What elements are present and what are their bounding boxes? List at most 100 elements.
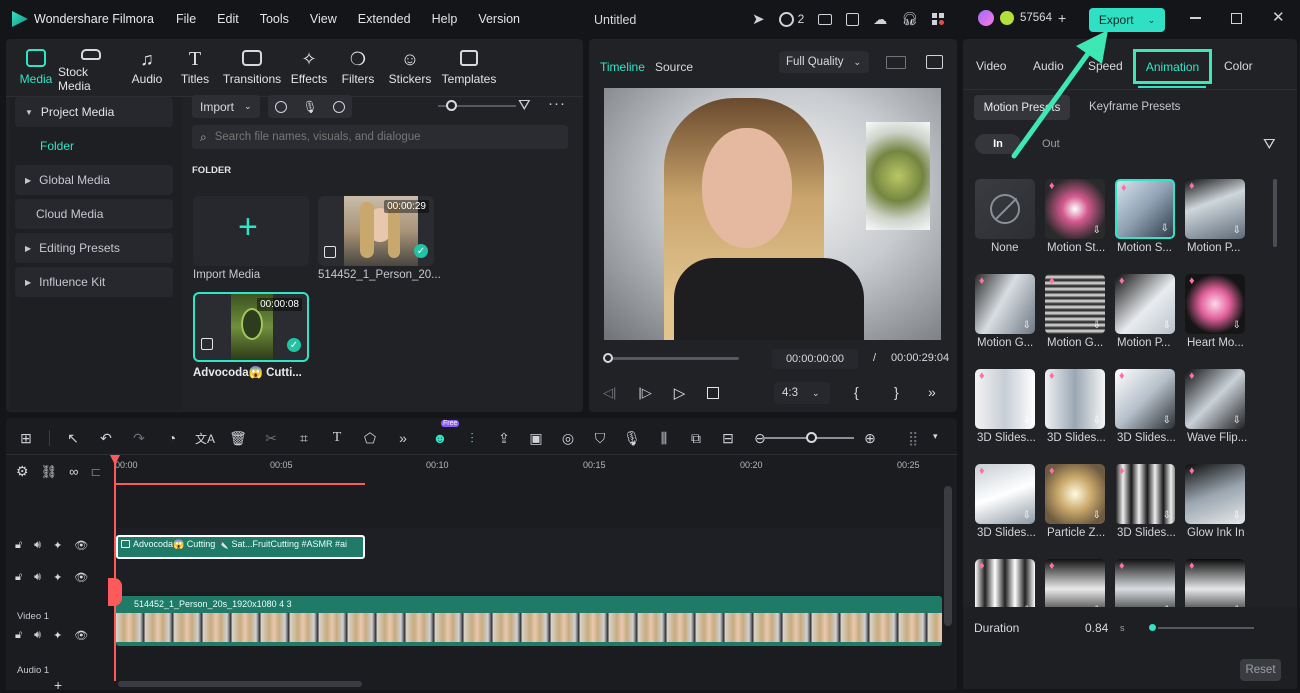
playback-scrubber[interactable]: [603, 353, 739, 363]
preset-scrollbar[interactable]: [1273, 179, 1277, 247]
stabilize-icon[interactable]: ◎: [558, 428, 578, 448]
collab-indicator[interactable]: 2: [778, 11, 804, 27]
slider-thumb[interactable]: [446, 100, 457, 111]
preset-none-tile[interactable]: [975, 179, 1035, 239]
download-icon[interactable]: ⇩: [1161, 223, 1169, 234]
preset-tile[interactable]: ♦⇩: [1045, 274, 1105, 334]
tab-transitions[interactable]: Transitions: [220, 43, 284, 93]
import-media-tile[interactable]: +: [193, 196, 309, 266]
next-frame-icon[interactable]: |▷: [638, 385, 651, 401]
sidebar-item-project-media[interactable]: ▼ Project Media: [15, 97, 173, 127]
duration-slider[interactable]: [1147, 622, 1254, 633]
shape-icon[interactable]: ⬠: [360, 428, 380, 448]
reset-button[interactable]: Reset: [1240, 659, 1281, 681]
more-controls-icon[interactable]: »: [928, 384, 936, 400]
preset-tile[interactable]: ♦⇩: [1185, 274, 1245, 334]
tab-templates[interactable]: Templates: [438, 43, 500, 93]
save-icon[interactable]: [846, 12, 860, 26]
media-search-box[interactable]: ⌕: [192, 125, 568, 149]
chevron-down-icon[interactable]: ▾: [933, 431, 938, 442]
delete-icon[interactable]: 🗑︎: [228, 428, 248, 448]
preset-tile[interactable]: ♦⇩: [1115, 179, 1175, 239]
menu-edit[interactable]: Edit: [217, 12, 239, 26]
eye-icon[interactable]: 👁︎: [74, 571, 88, 584]
menu-view[interactable]: View: [310, 12, 337, 26]
headset-icon[interactable]: 🎧︎: [901, 11, 918, 27]
download-icon[interactable]: ⇩: [1233, 510, 1241, 521]
menu-help[interactable]: Help: [432, 12, 458, 26]
zoom-in-icon[interactable]: ⊕: [860, 428, 880, 448]
preset-tile[interactable]: ♦⇩: [1045, 464, 1105, 524]
thumbnail-size-slider[interactable]: [438, 100, 516, 111]
duration-value[interactable]: 0.84: [1085, 621, 1108, 635]
mark-in-icon[interactable]: {: [854, 384, 859, 400]
play-icon[interactable]: ▷: [674, 384, 686, 402]
crop-icon[interactable]: ⌗: [294, 428, 314, 448]
text-icon[interactable]: T: [327, 428, 347, 448]
shield-icon[interactable]: ⛉: [590, 428, 610, 448]
media-thumbnail[interactable]: 00:00:08 ✓: [193, 292, 309, 362]
magic-wand-icon[interactable]: ✦: [53, 629, 62, 642]
previous-frame-icon[interactable]: ◁|: [603, 385, 616, 401]
translate-icon[interactable]: 文A: [195, 428, 215, 448]
preset-tile[interactable]: ♦⇩: [975, 464, 1035, 524]
layout-grid-icon[interactable]: ⊞: [16, 428, 36, 448]
preset-tile[interactable]: ♦⇩: [1185, 464, 1245, 524]
close-icon[interactable]: ✕: [1272, 10, 1285, 25]
tab-source[interactable]: Source: [655, 60, 693, 74]
preset-tile[interactable]: ♦⇩: [1045, 179, 1105, 239]
track-manage-icon[interactable]: ⊏: [90, 464, 101, 480]
search-input[interactable]: [214, 131, 545, 143]
add-credits-icon[interactable]: +: [1058, 10, 1066, 26]
sidebar-item-editing-presets[interactable]: ▶ Editing Presets: [15, 233, 173, 263]
magic-wand-icon[interactable]: ✦: [53, 539, 62, 552]
eye-icon[interactable]: 👁︎: [74, 539, 88, 552]
send-icon[interactable]: ➤: [752, 10, 765, 28]
import-dropdown[interactable]: Import ⌄: [192, 95, 260, 118]
speed-icon[interactable]: ◔: [162, 428, 182, 448]
download-icon[interactable]: ⇩: [1093, 320, 1101, 331]
volume-icon[interactable]: 🔊︎: [34, 629, 41, 642]
media-thumbnail[interactable]: 00:00:29 ✓: [318, 196, 434, 266]
quality-dropdown[interactable]: Full Quality ⌄: [779, 51, 869, 73]
tab-stickers[interactable]: ☺ Stickers: [382, 43, 438, 93]
tab-media[interactable]: Media: [14, 43, 58, 93]
redo-icon[interactable]: ↷: [129, 428, 149, 448]
sidebar-item-influence-kit[interactable]: ▶ Influence Kit: [15, 267, 173, 297]
layout-icon[interactable]: [818, 13, 833, 25]
download-icon[interactable]: ⇩: [1233, 320, 1241, 331]
preset-tile[interactable]: ♦⇩: [1115, 274, 1175, 334]
tab-audio[interactable]: ♫ Audio: [124, 43, 170, 93]
minimize-icon[interactable]: [1190, 17, 1201, 19]
screen-record-icon[interactable]: [275, 100, 288, 113]
filter-icon[interactable]: ⛛: [518, 97, 531, 114]
cloud-upload-icon[interactable]: ☁: [873, 11, 887, 28]
more-tools-icon[interactable]: »: [393, 428, 413, 448]
track-height-icon[interactable]: ⣿: [908, 430, 918, 447]
select-arrow-icon[interactable]: ↖: [63, 428, 83, 448]
menu-file[interactable]: File: [176, 12, 196, 26]
aspect-ratio-dropdown[interactable]: 4:3 ⌄: [774, 382, 830, 404]
timeline-clip-overlay[interactable]: Advocoda😱 Cutting 🔪 Sat...FruitCutting #…: [116, 535, 365, 559]
download-icon[interactable]: ⇩: [1233, 225, 1241, 236]
render-icon[interactable]: ⊟: [718, 428, 738, 448]
preset-tile[interactable]: ♦⇩: [1185, 179, 1245, 239]
sidebar-item-cloud-media[interactable]: Cloud Media: [15, 199, 173, 229]
download-icon[interactable]: ⇩: [1093, 225, 1101, 236]
mark-out-icon[interactable]: }: [894, 384, 899, 400]
voice-icon[interactable]: [332, 100, 345, 113]
more-options-icon[interactable]: ···: [548, 95, 566, 112]
volume-icon[interactable]: 🔊︎: [34, 539, 41, 552]
menu-tools[interactable]: Tools: [260, 12, 289, 26]
preset-tile[interactable]: ♦⇩: [975, 369, 1035, 429]
unlink-icon[interactable]: ⛓: [41, 464, 58, 480]
download-icon[interactable]: ⇩: [1163, 510, 1171, 521]
download-icon[interactable]: ⇩: [1093, 415, 1101, 426]
playhead[interactable]: [110, 455, 120, 681]
tab-filters[interactable]: ❍ Filters: [334, 43, 382, 93]
grid-view-icon[interactable]: [886, 56, 906, 69]
microphone-icon[interactable]: 🎙︎: [622, 428, 642, 448]
ai-robot-icon[interactable]: ☻ Free: [430, 420, 460, 448]
download-icon[interactable]: ⇩: [1233, 415, 1241, 426]
preset-tile[interactable]: ♦⇩: [1115, 369, 1175, 429]
